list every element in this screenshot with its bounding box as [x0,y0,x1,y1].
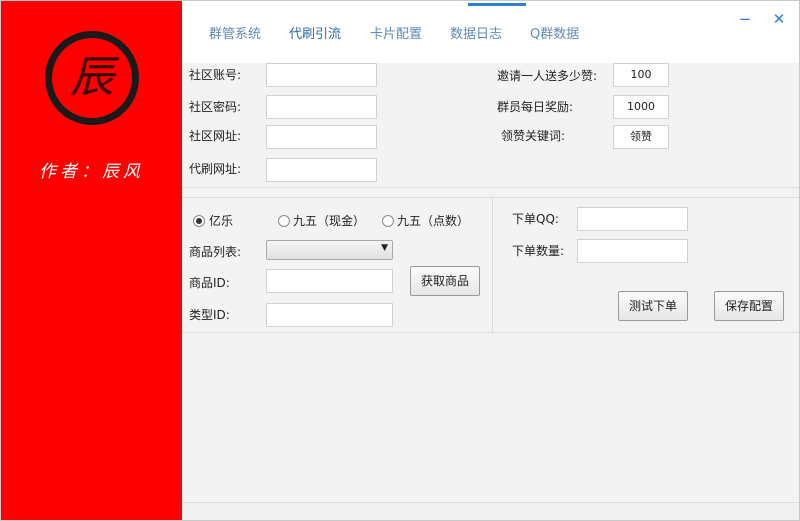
radio-jiuwu-cash-label[interactable]: 九五（现金） [293,213,365,229]
daily-reward-label: 群员每日奖励: [497,100,574,114]
column-divider [492,198,493,332]
chevron-down-icon: ▼ [381,243,388,253]
section-divider [182,187,799,188]
order-qq-input[interactable] [577,207,688,231]
type-id-label: 类型ID: [189,308,230,322]
community-password-input[interactable] [266,95,377,119]
section-divider-2 [182,197,799,198]
community-url-input[interactable] [266,125,377,149]
logo: 辰 [45,31,139,125]
test-order-button[interactable]: 测试下单 [618,291,688,321]
order-quantity-input[interactable] [577,239,688,263]
fetch-products-button[interactable]: 获取商品 [410,266,480,296]
minimize-icon[interactable]: − [735,9,755,29]
invite-reward-label: 邀请一人送多少赞: [497,69,598,83]
tab-data-log[interactable]: 数据日志 [450,23,502,43]
proxy-url-label: 代刷网址: [189,162,242,176]
proxy-url-input[interactable] [266,158,377,182]
product-id-label: 商品ID: [189,276,230,290]
keyword-label: 领赞关键词: [501,129,566,143]
tab-card-config[interactable]: 卡片配置 [370,23,422,43]
section-divider-3 [182,332,799,333]
close-icon[interactable]: ✕ [769,9,789,29]
order-qq-label: 下单QQ: [512,212,559,226]
tab-group-management[interactable]: 群管系统 [209,23,261,43]
radio-jiuwu-cash[interactable] [278,215,290,227]
community-password-label: 社区密码: [189,100,242,114]
product-id-input[interactable] [266,269,393,293]
top-bar: 群管系统 代刷引流 卡片配置 数据日志 Q群数据 − ✕ [182,1,799,63]
author-label: 作者：辰风 [39,162,144,182]
product-list-select[interactable]: ▼ [266,240,393,260]
type-id-input[interactable] [266,303,393,327]
keyword-input[interactable]: 领赞 [613,125,669,149]
community-account-input[interactable] [266,63,377,87]
invite-reward-input[interactable]: 100 [613,63,669,87]
tab-qgroup-data[interactable]: Q群数据 [530,23,579,43]
product-list-label: 商品列表: [189,245,242,259]
status-bar [182,502,799,520]
daily-reward-input[interactable]: 1000 [613,95,669,119]
order-quantity-label: 下单数量: [512,244,565,258]
save-config-button[interactable]: 保存配置 [714,291,784,321]
logo-char: 辰 [70,52,114,103]
app-window: 辰 作者：辰风 群管系统 代刷引流 卡片配置 数据日志 Q群数据 − ✕ 社区账… [0,0,800,521]
community-url-label: 社区网址: [189,129,242,143]
community-account-label: 社区账号: [189,68,242,82]
radio-yile[interactable] [193,215,205,227]
radio-jiuwu-points-label[interactable]: 九五（点数） [397,213,469,229]
logo-inner: 辰 [52,38,132,118]
tab-proxy-traffic[interactable]: 代刷引流 [289,23,341,43]
sidebar: 辰 作者：辰风 [1,1,182,520]
active-tab-indicator [468,3,526,6]
radio-jiuwu-points[interactable] [382,215,394,227]
radio-yile-label[interactable]: 亿乐 [209,213,233,229]
